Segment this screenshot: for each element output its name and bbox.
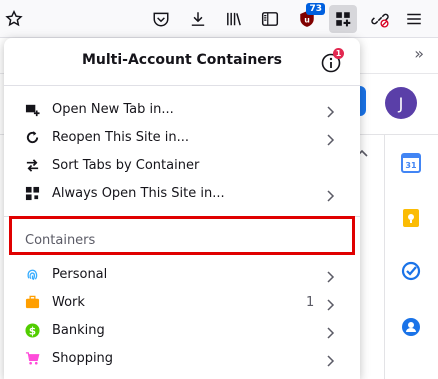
menu-item-label: Open New Tab in... xyxy=(52,101,174,117)
chevron-right-icon xyxy=(326,131,336,146)
contacts-icon[interactable] xyxy=(401,317,421,337)
menu-item-reopen-site[interactable]: Reopen This Site in... xyxy=(4,123,360,151)
ublock-icon[interactable]: u 73 xyxy=(293,3,325,33)
container-label: Shopping xyxy=(52,350,114,366)
chevron-right-icon xyxy=(326,324,336,339)
chevron-right-icon xyxy=(326,352,336,367)
reopen-icon xyxy=(24,129,40,145)
svg-text:31: 31 xyxy=(405,161,417,170)
calendar-icon[interactable]: 31 xyxy=(401,153,421,173)
keep-icon[interactable] xyxy=(401,208,421,228)
popup-title: Multi-Account Containers xyxy=(81,52,283,68)
no-link-icon[interactable] xyxy=(366,5,394,33)
bookmark-star-icon[interactable] xyxy=(0,5,28,33)
container-label: Personal xyxy=(52,266,108,282)
side-panel: 31 xyxy=(384,135,438,379)
browser-toolbar: u 73 xyxy=(0,0,438,38)
svg-text:u: u xyxy=(304,15,310,24)
menu-item-label: Reopen This Site in... xyxy=(52,129,190,145)
library-icon[interactable] xyxy=(220,5,248,33)
container-item-work[interactable]: Work 1 xyxy=(4,288,360,316)
container-item-shopping[interactable]: Shopping xyxy=(4,344,360,372)
sidebar-icon[interactable] xyxy=(256,5,284,33)
tasks-icon[interactable] xyxy=(401,261,421,281)
containers-popup: Multi-Account Containers 1 Open New Tab … xyxy=(4,38,360,379)
chevron-right-icon xyxy=(326,103,336,118)
cart-icon xyxy=(24,350,40,366)
menu-item-label: Sort Tabs by Container xyxy=(52,157,200,173)
popup-divider xyxy=(4,85,360,86)
highlight-box xyxy=(9,216,355,255)
menu-item-sort-tabs[interactable]: Sort Tabs by Container xyxy=(4,151,360,179)
extension-badge: 73 xyxy=(306,3,325,15)
chevron-right-icon xyxy=(326,187,336,202)
chevron-right-icon xyxy=(326,268,336,283)
download-icon[interactable] xyxy=(184,5,212,33)
hamburger-menu-icon[interactable] xyxy=(400,5,428,33)
avatar[interactable]: J xyxy=(385,87,417,119)
pocket-icon[interactable] xyxy=(147,5,175,33)
menu-item-open-new-tab[interactable]: Open New Tab in... xyxy=(4,95,360,123)
fingerprint-icon xyxy=(24,266,40,282)
svg-text:$: $ xyxy=(28,325,35,337)
info-badge: 1 xyxy=(333,48,344,59)
menu-item-label: Always Open This Site in... xyxy=(52,185,225,201)
chevron-right-icon xyxy=(326,296,336,311)
menu-item-always-open[interactable]: Always Open This Site in... xyxy=(4,179,360,207)
briefcase-icon xyxy=(24,294,40,310)
bookmarks-overflow-icon[interactable]: » xyxy=(414,44,424,63)
tab-count: 1 xyxy=(306,294,315,310)
container-label: Work xyxy=(52,294,85,310)
container-label: Banking xyxy=(52,322,105,338)
new-tab-icon xyxy=(24,101,40,117)
dollar-icon: $ xyxy=(24,322,40,338)
always-open-icon xyxy=(24,185,40,201)
container-item-personal[interactable]: Personal xyxy=(4,260,360,288)
sort-icon xyxy=(24,157,40,173)
container-item-banking[interactable]: $ Banking xyxy=(4,316,360,344)
containers-icon[interactable] xyxy=(329,5,357,33)
